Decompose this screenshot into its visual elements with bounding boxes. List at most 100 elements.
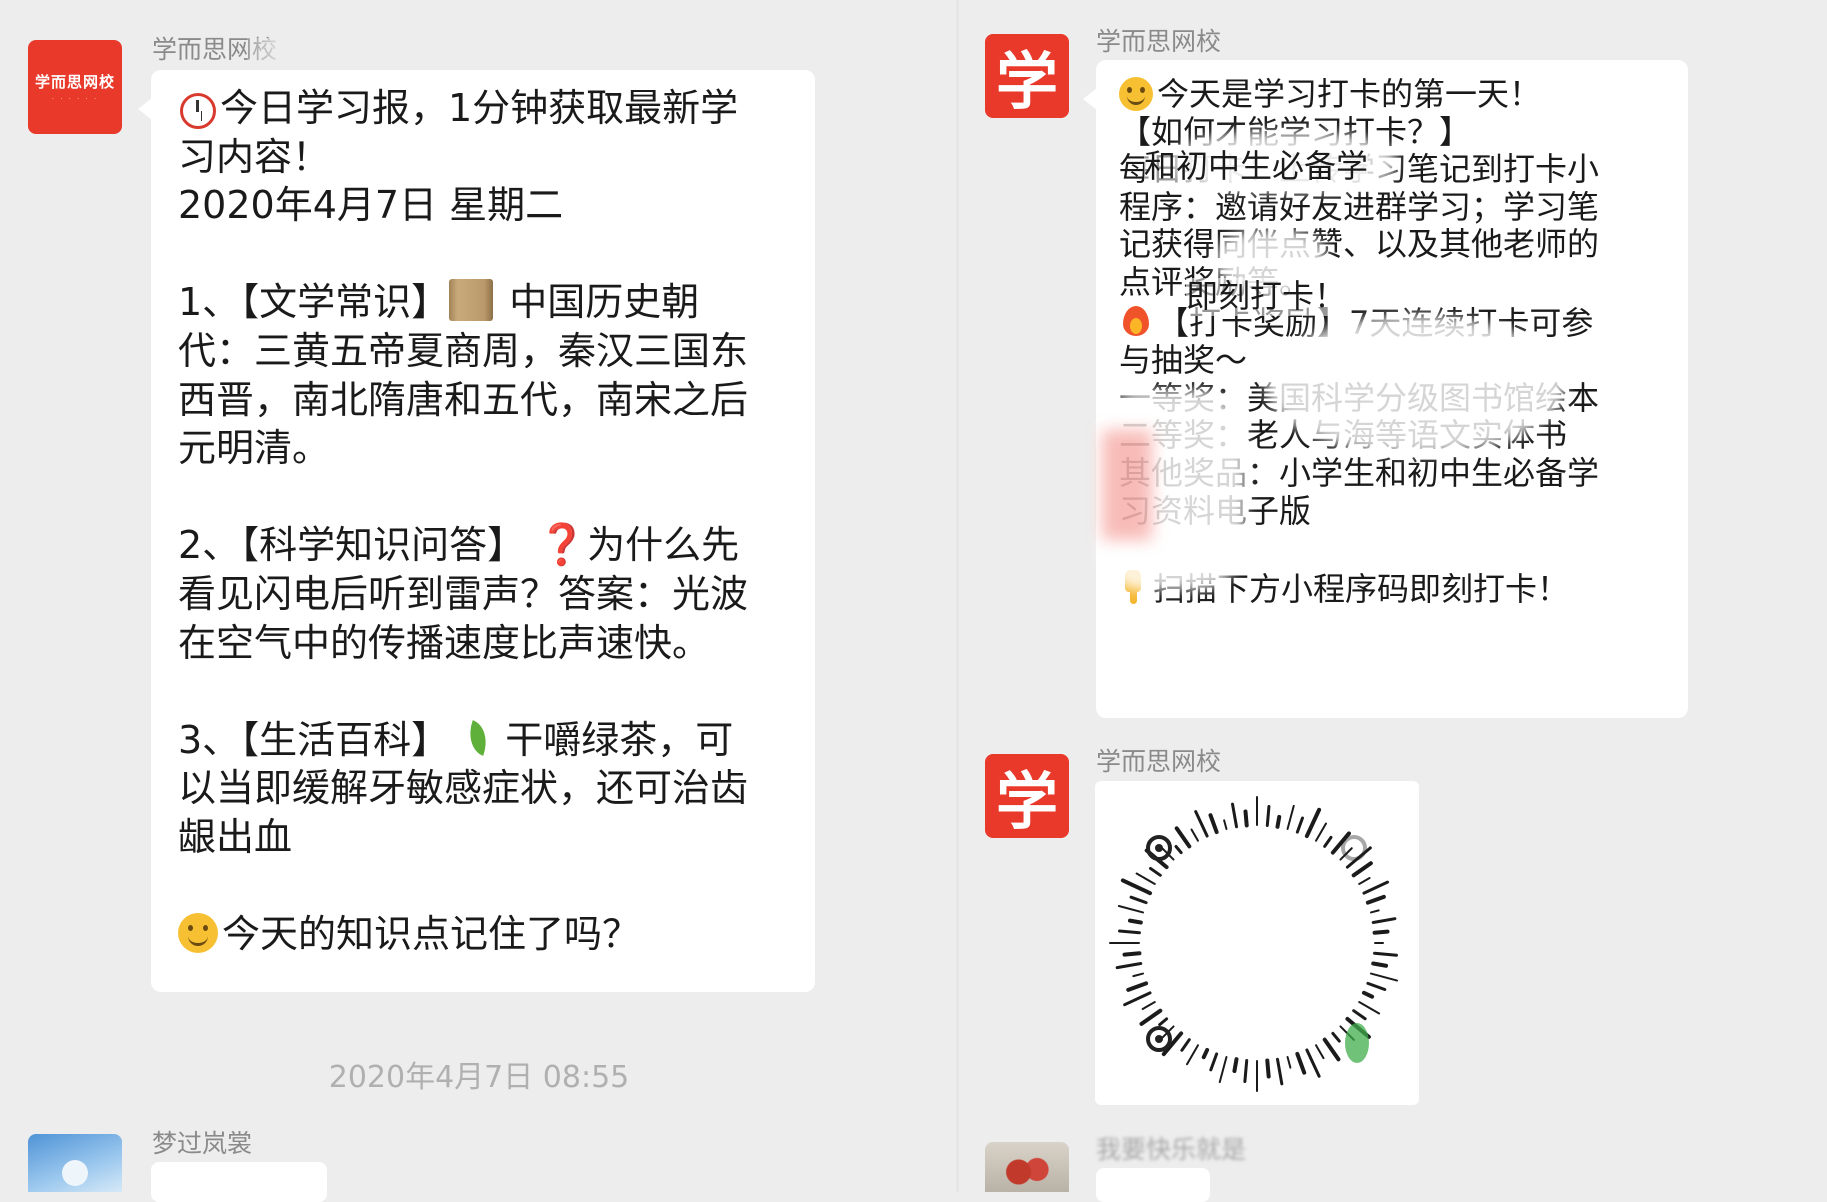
overlay-text: 和初中生必备学 bbox=[1144, 147, 1369, 186]
qr-ray bbox=[1275, 814, 1282, 829]
chat-timestamp: 2020年4月7日 08:55 bbox=[328, 1060, 630, 1095]
message-line: 记获得同伴点赞、以及其他老师的 bbox=[1119, 225, 1600, 264]
avatar[interactable] bbox=[985, 1142, 1069, 1192]
fire-icon bbox=[1119, 302, 1153, 340]
qr-ray bbox=[1174, 826, 1192, 849]
avatar-logo-sub-icon: · · · · · · bbox=[51, 95, 99, 103]
left-chat-panel: 学而思网校 · · · · · · 学而思网校 今日学习报，1分钟获取最新学 习… bbox=[0, 0, 958, 1202]
message-text: 今日学习报，1分钟获取最新学 bbox=[220, 86, 739, 130]
qr-ray bbox=[1232, 1057, 1239, 1074]
message-line: 今天的知识点记住了吗？ bbox=[178, 910, 793, 959]
qr-ray bbox=[1322, 1037, 1341, 1062]
smile-icon bbox=[178, 913, 218, 954]
message-bubble[interactable] bbox=[1096, 1168, 1210, 1202]
message-text: 今天是学习打卡的第一天！ bbox=[1157, 75, 1542, 113]
qr-ray bbox=[1323, 835, 1333, 848]
qr-ray bbox=[1362, 880, 1390, 895]
qr-ray bbox=[1231, 802, 1239, 829]
avatar-figure-icon bbox=[62, 1160, 88, 1186]
qr-ray bbox=[1352, 1009, 1367, 1021]
qr-ray bbox=[1127, 918, 1143, 925]
alarm-clock-icon bbox=[178, 87, 216, 129]
mini-program-code-card[interactable] bbox=[1095, 781, 1419, 1105]
qr-ray bbox=[1330, 831, 1351, 855]
overlay-text: 即刻打卡！ bbox=[1186, 277, 1347, 316]
qr-ray bbox=[1139, 1008, 1163, 1026]
avatar-char: 学 bbox=[995, 765, 1058, 838]
message-text: 1、【文学常识】 bbox=[178, 280, 450, 325]
message-bubble[interactable] bbox=[151, 1162, 327, 1202]
message-line: 习内容！ bbox=[178, 134, 331, 179]
qr-ray bbox=[1115, 961, 1143, 970]
message-bubble[interactable]: 今天是学习打卡的第一天！ 【如何才能学习打卡？】 每日打卡：上传学习笔记到打卡小… bbox=[1083, 60, 1688, 718]
message-line: 元明清。 bbox=[178, 426, 331, 471]
qr-ray bbox=[1243, 809, 1249, 828]
message-text: 中国历史朝 bbox=[497, 280, 700, 325]
blur-overlay bbox=[247, 38, 378, 64]
red-question-icon: ❓ bbox=[537, 522, 588, 569]
avatar[interactable]: 学 bbox=[985, 754, 1069, 838]
qr-ray bbox=[1174, 844, 1183, 855]
qr-ray bbox=[1141, 1001, 1156, 1010]
message-text: 为什么先 bbox=[587, 523, 740, 568]
qr-ray bbox=[1304, 807, 1322, 839]
qr-ray bbox=[1265, 805, 1271, 827]
qr-ray bbox=[1243, 1059, 1249, 1083]
smile-icon bbox=[1119, 77, 1153, 111]
qr-ray bbox=[1358, 1001, 1381, 1015]
message-line: 看见闪电后听到雷声？答案：光波 bbox=[178, 571, 749, 616]
qr-ray bbox=[1305, 1048, 1321, 1078]
qr-ray bbox=[1331, 1031, 1341, 1043]
message-line: 西晋，南北隋唐和五代，南宋之后 bbox=[178, 377, 749, 422]
message-line: 代：三黄五帝夏商周，秦汉三国东 bbox=[178, 328, 749, 373]
message-line: 3、【生活百科】 干嚼绿茶，可 bbox=[178, 716, 793, 765]
qr-ray bbox=[1180, 1038, 1191, 1052]
qr-ray bbox=[1351, 861, 1373, 878]
qr-ray bbox=[1361, 990, 1375, 999]
qr-ray bbox=[1286, 1055, 1292, 1069]
qr-ray bbox=[1161, 1031, 1184, 1057]
qr-ray bbox=[1208, 813, 1219, 835]
sender-name: 梦过岚裳 bbox=[152, 1129, 253, 1158]
qr-ray bbox=[1315, 822, 1327, 842]
qr-ray bbox=[1118, 929, 1141, 935]
qr-ray bbox=[1265, 1058, 1271, 1079]
message-bubble[interactable]: 今日学习报，1分钟获取最新学 习内容！ 2020年4月7日 星期二 1、【文学常… bbox=[138, 70, 815, 992]
blur-overlay bbox=[1266, 315, 1566, 455]
qr-ray bbox=[1120, 878, 1153, 896]
sender-name: 学而思网校 bbox=[152, 30, 378, 66]
qr-ray bbox=[1135, 872, 1156, 885]
qr-ray bbox=[1365, 894, 1386, 905]
sender-name: 学而思网校 bbox=[1096, 747, 1222, 776]
leaf-icon bbox=[461, 719, 501, 759]
qr-ray bbox=[1194, 810, 1209, 838]
avatar[interactable] bbox=[28, 1134, 122, 1192]
qr-ray bbox=[1123, 991, 1152, 1007]
scroll-icon bbox=[449, 279, 494, 322]
message-line: 1、【文学常识】 中国历史朝 bbox=[178, 278, 793, 327]
qr-ray bbox=[1372, 929, 1390, 935]
avatar-logo-text: 学而思网校 bbox=[34, 73, 115, 91]
qr-ray bbox=[1126, 981, 1149, 992]
avatar[interactable]: 学 bbox=[985, 34, 1069, 118]
message-line: 以当即缓解牙敏感症状，还可治齿 bbox=[178, 766, 749, 811]
qr-ray bbox=[1315, 1044, 1325, 1060]
qr-ray bbox=[1186, 1044, 1199, 1066]
blur-overlay bbox=[1102, 430, 1152, 540]
message-line: 程序：邀请好友进群学习；学习笔 bbox=[1119, 187, 1600, 226]
qr-ray bbox=[1132, 972, 1145, 978]
qr-ray bbox=[1371, 917, 1397, 925]
qr-ray bbox=[1201, 1047, 1210, 1060]
qr-ray bbox=[1117, 904, 1145, 914]
message-line: 今天是学习打卡的第一天！ bbox=[1119, 75, 1670, 114]
message-line: 龈出血 bbox=[178, 814, 293, 859]
sender-name: 我要快乐就是 bbox=[1096, 1135, 1247, 1164]
qr-ray bbox=[1218, 1055, 1228, 1084]
qr-ray bbox=[1275, 1057, 1284, 1086]
message-text: 2、【科学知识问答】 bbox=[178, 523, 538, 568]
avatar[interactable]: 学而思网校 · · · · · · bbox=[28, 40, 122, 134]
qr-ray bbox=[1358, 877, 1371, 885]
qr-ray bbox=[1209, 1052, 1219, 1072]
qr-ray bbox=[1366, 981, 1387, 992]
message-line: 今日学习报，1分钟获取最新学 bbox=[178, 84, 793, 133]
